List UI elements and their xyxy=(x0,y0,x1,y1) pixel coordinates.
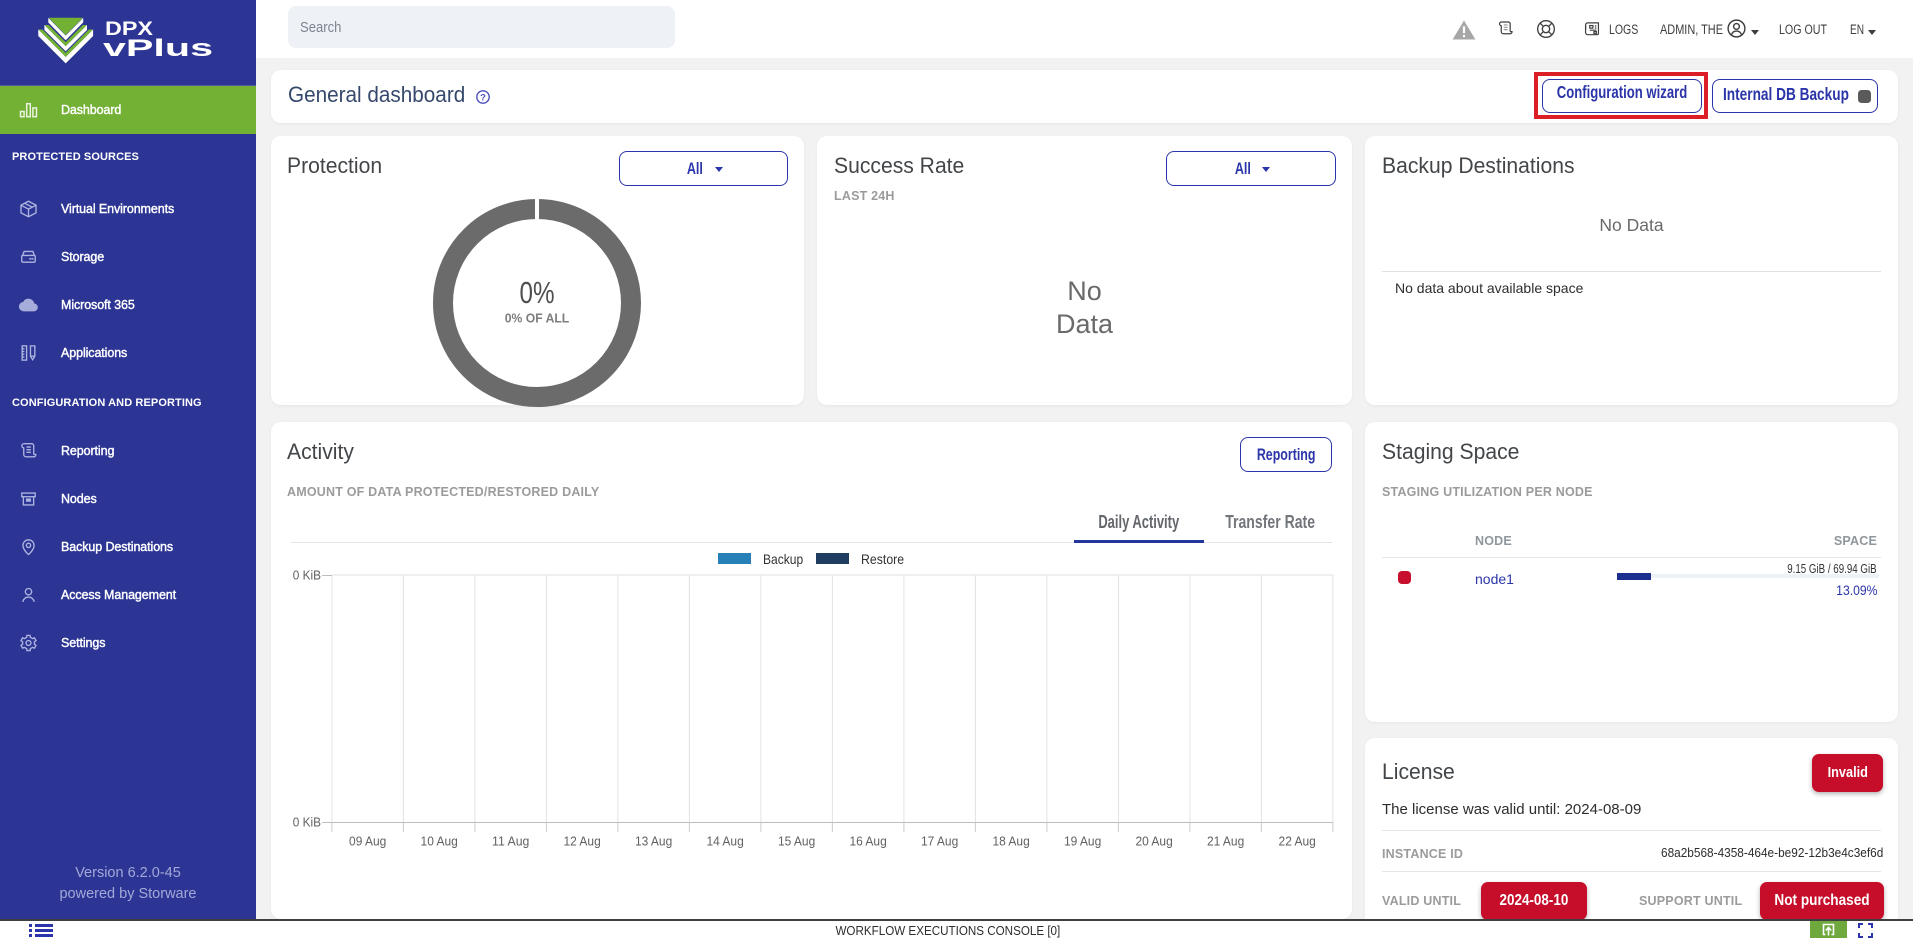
svg-text:11 Aug: 11 Aug xyxy=(492,834,529,849)
svg-text:20 Aug: 20 Aug xyxy=(1135,834,1172,849)
svg-text:22 Aug: 22 Aug xyxy=(1279,834,1316,849)
svg-text:21 Aug: 21 Aug xyxy=(1207,834,1244,849)
svg-text:vPlus: vPlus xyxy=(103,35,213,62)
svg-text:0 KiB: 0 KiB xyxy=(293,568,321,583)
svg-text:10 Aug: 10 Aug xyxy=(421,834,458,849)
svg-text:09 Aug: 09 Aug xyxy=(349,834,386,849)
svg-text:?: ? xyxy=(480,93,486,104)
svg-text:19 Aug: 19 Aug xyxy=(1064,834,1101,849)
svg-text:0%: 0% xyxy=(520,275,555,310)
svg-text:12 Aug: 12 Aug xyxy=(563,834,600,849)
svg-text:16 Aug: 16 Aug xyxy=(849,834,886,849)
svg-text:17 Aug: 17 Aug xyxy=(921,834,958,849)
svg-text:18 Aug: 18 Aug xyxy=(992,834,1029,849)
svg-text:14 Aug: 14 Aug xyxy=(706,834,743,849)
svg-text:0% OF ALL: 0% OF ALL xyxy=(505,311,570,326)
svg-text:13 Aug: 13 Aug xyxy=(635,834,672,849)
svg-text:15 Aug: 15 Aug xyxy=(778,834,815,849)
svg-text:0 KiB: 0 KiB xyxy=(293,815,321,830)
